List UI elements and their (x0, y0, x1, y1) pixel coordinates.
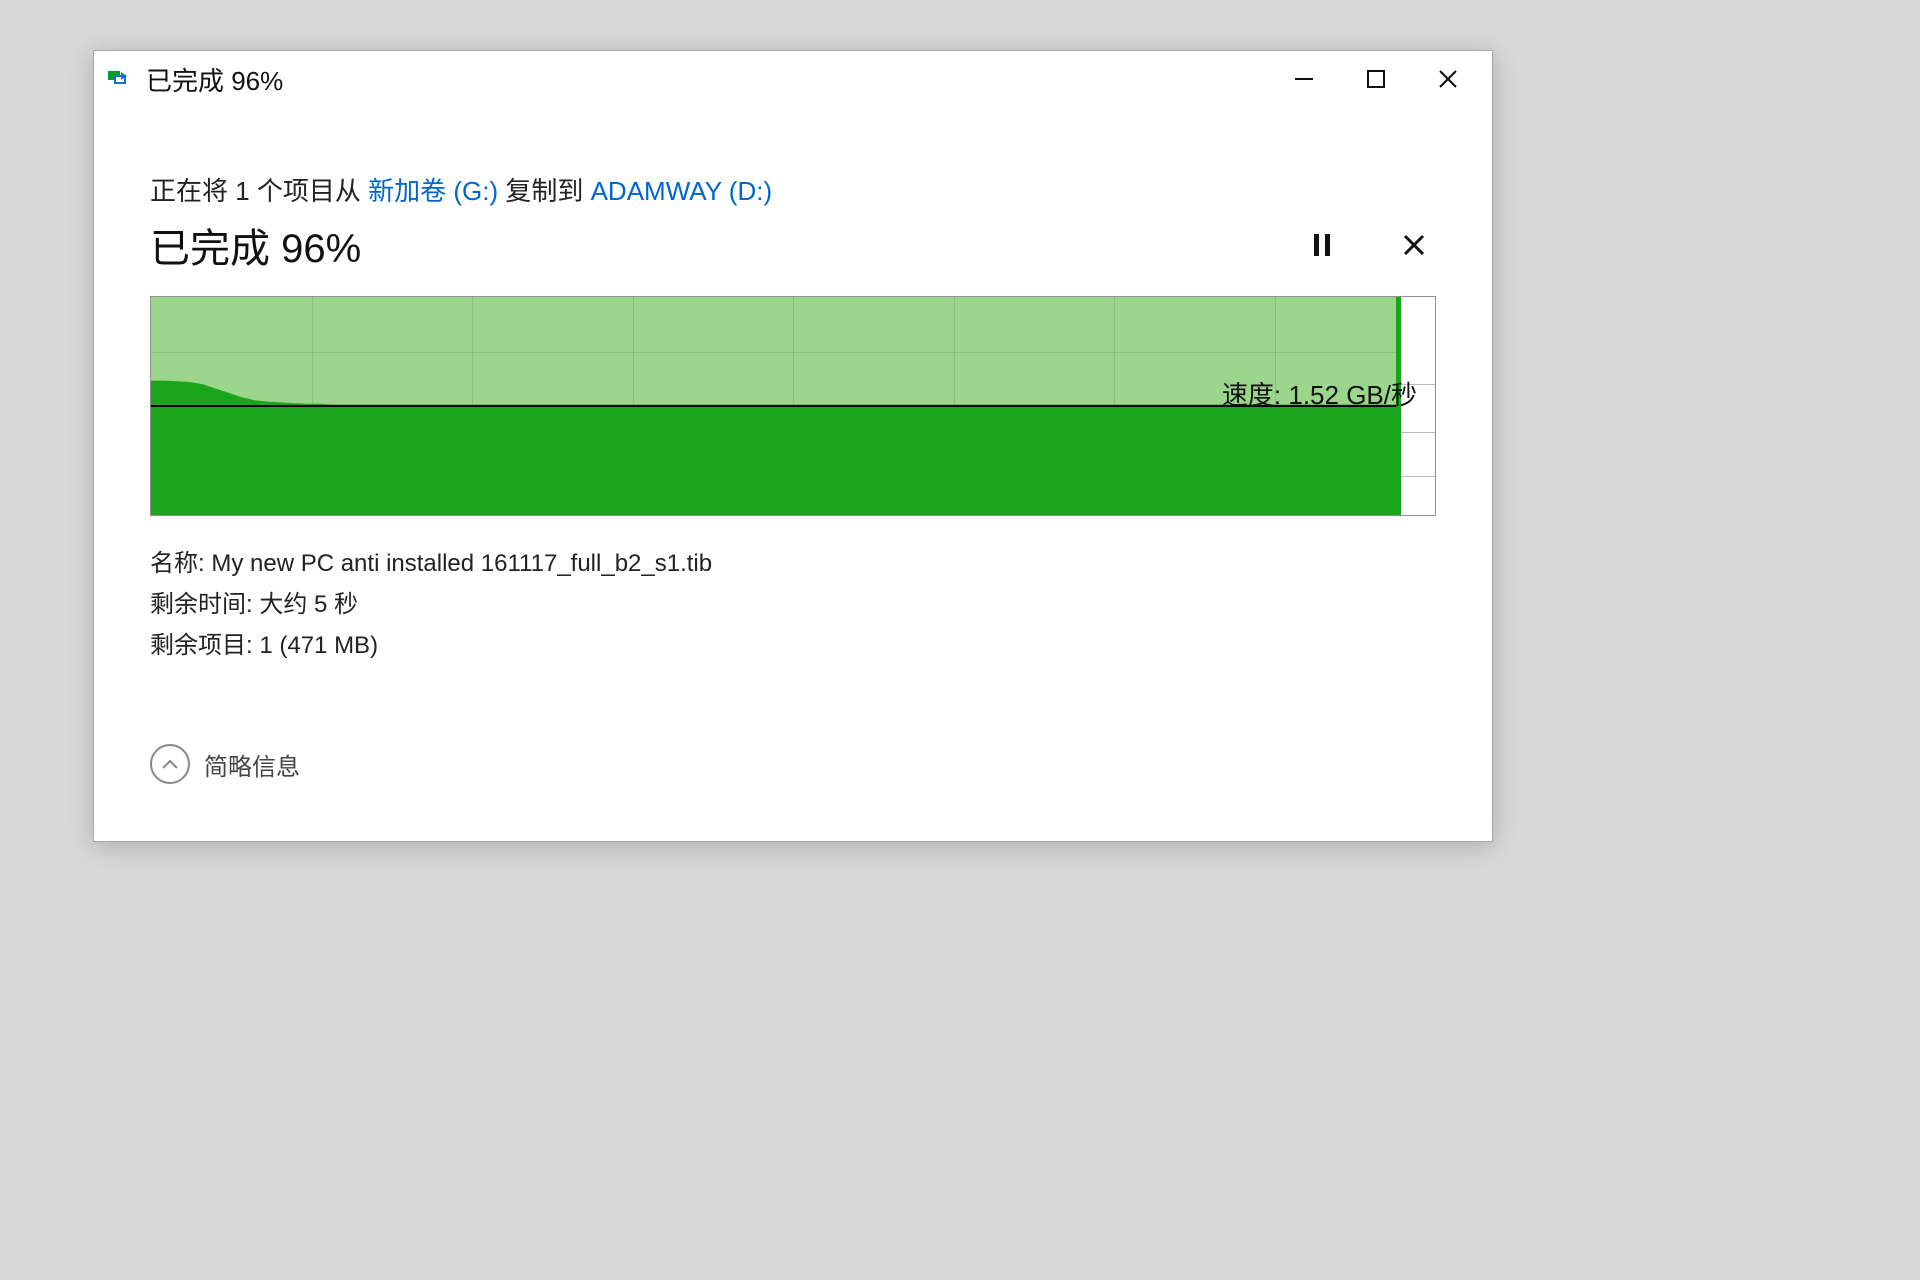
dest-link[interactable]: ADAMWAY (D:) (591, 176, 773, 206)
fewer-details-label: 简略信息 (204, 747, 300, 782)
fewer-details-toggle[interactable]: 简略信息 (150, 744, 1436, 784)
speed-chart: 速度: 1.52 GB/秒 (150, 296, 1436, 516)
close-button[interactable] (1412, 55, 1484, 103)
chevron-up-icon (150, 744, 190, 784)
details-block: 名称: My new PC anti installed 161117_full… (150, 544, 1436, 666)
speed-label: 速度: 1.52 GB/秒 (1222, 375, 1417, 412)
copy-icon (108, 69, 132, 89)
maximize-button[interactable] (1340, 55, 1412, 103)
minimize-button[interactable] (1268, 55, 1340, 103)
copy-description: 正在将 1 个项目从 新加卷 (G:) 复制到 ADAMWAY (D:) (150, 171, 1436, 208)
source-link[interactable]: 新加卷 (G:) (368, 176, 498, 206)
pause-button[interactable] (1300, 223, 1344, 267)
progress-title: 已完成 96% (150, 216, 1252, 274)
file-copy-dialog: 已完成 96% 正在将 1 个项目从 新加卷 (G:) 复制到 ADAMWAY … (93, 50, 1493, 842)
detail-items-remaining: 剩余项目: 1 (471 MB) (150, 626, 1436, 667)
detail-time-remaining: 剩余时间: 大约 5 秒 (150, 585, 1436, 626)
copy-mid: 复制到 (498, 176, 590, 206)
copy-prefix: 正在将 1 个项目从 (150, 176, 368, 206)
window-title: 已完成 96% (146, 61, 283, 98)
titlebar: 已完成 96% (94, 51, 1492, 107)
cancel-button[interactable] (1392, 223, 1436, 267)
detail-name: 名称: My new PC anti installed 161117_full… (150, 544, 1436, 585)
